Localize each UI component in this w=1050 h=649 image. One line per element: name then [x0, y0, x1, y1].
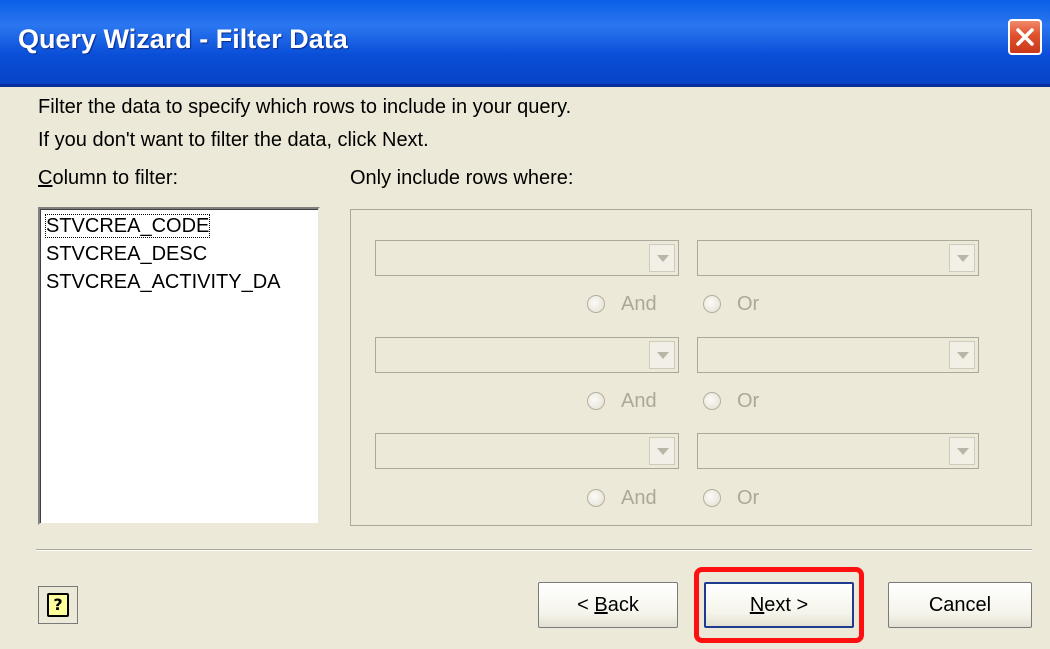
or-radio-2[interactable]: [703, 392, 721, 410]
next-label-mnemonic: N: [749, 594, 765, 616]
help-icon: ?: [47, 593, 69, 617]
and-label-2: And: [621, 390, 657, 412]
criteria-value-combo-2[interactable]: [697, 337, 979, 373]
criteria-operator-combo-1[interactable]: [375, 240, 679, 276]
dropdown-arrow[interactable]: [949, 341, 975, 369]
or-label-2: Or: [737, 390, 760, 412]
dropdown-arrow[interactable]: [649, 341, 675, 369]
or-radio-3[interactable]: [703, 489, 721, 507]
column-item-activity-date[interactable]: STVCREA_ACTIVITY_DA: [46, 271, 281, 293]
instruction-line-2: If you don't want to filter the data, cl…: [38, 129, 429, 151]
criteria-operator-combo-3[interactable]: [375, 433, 679, 469]
title-bar[interactable]: Query Wizard - Filter Data: [0, 0, 1050, 84]
dropdown-arrow[interactable]: [949, 244, 975, 272]
or-label-3: Or: [737, 487, 760, 509]
criteria-label: Only include rows where:: [350, 167, 574, 189]
column-item-code[interactable]: STVCREA_CODE: [44, 214, 211, 238]
column-to-filter-label: Column to filter:: [38, 167, 178, 190]
dropdown-arrow[interactable]: [649, 244, 675, 272]
and-or-row-1: And Or: [587, 293, 787, 321]
query-wizard-dialog: Query Wizard - Filter Data Filter the da…: [0, 0, 1050, 649]
and-radio-2[interactable]: [587, 392, 605, 410]
and-or-row-3: And Or: [587, 487, 787, 515]
criteria-value-combo-1[interactable]: [697, 240, 979, 276]
instruction-line-1: Filter the data to specify which rows to…: [38, 96, 572, 118]
and-label-1: And: [621, 293, 657, 315]
criteria-panel: And Or And Or And Or: [350, 209, 1032, 526]
and-label-3: And: [621, 487, 657, 509]
or-radio-1[interactable]: [703, 295, 721, 313]
and-radio-1[interactable]: [587, 295, 605, 313]
separator: [36, 549, 1032, 551]
title-bar-edge: [0, 84, 1050, 87]
column-listbox[interactable]: STVCREA_CODE STVCREA_DESC STVCREA_ACTIVI…: [38, 207, 320, 525]
column-item-desc[interactable]: STVCREA_DESC: [46, 243, 207, 265]
next-button[interactable]: Next >: [704, 582, 854, 628]
and-or-row-2: And Or: [587, 390, 787, 418]
window-title: Query Wizard - Filter Data: [18, 24, 348, 54]
criteria-operator-combo-2[interactable]: [375, 337, 679, 373]
or-label-1: Or: [737, 293, 760, 315]
help-button[interactable]: ?: [38, 586, 78, 624]
criteria-value-combo-3[interactable]: [697, 433, 979, 469]
back-label-rest: ack: [607, 594, 639, 616]
back-label-prefix: <: [577, 594, 595, 616]
dropdown-arrow[interactable]: [949, 437, 975, 465]
column-label-mnemonic: C: [38, 167, 53, 189]
cancel-button[interactable]: Cancel: [888, 582, 1032, 628]
back-button[interactable]: < Back: [538, 582, 678, 628]
back-label-mnemonic: B: [594, 594, 608, 616]
column-label-rest: olumn to filter:: [52, 167, 179, 189]
and-radio-3[interactable]: [587, 489, 605, 507]
dropdown-arrow[interactable]: [649, 437, 675, 465]
next-label-rest: ext >: [764, 594, 809, 616]
close-button[interactable]: [1008, 19, 1042, 55]
